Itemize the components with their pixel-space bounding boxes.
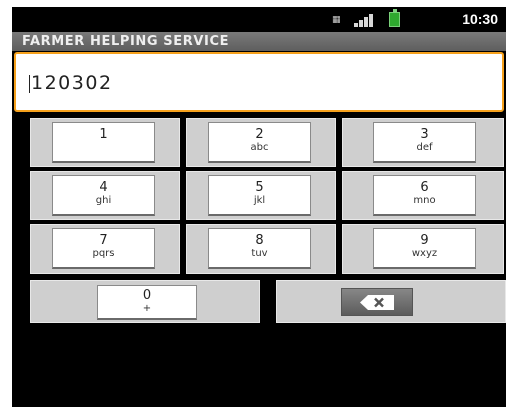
key-6-button[interactable]: 6 mno (373, 175, 476, 216)
key-letters: + (142, 303, 152, 314)
key-cell-6: 6 mno (342, 171, 504, 220)
key-digit: 7 (99, 233, 108, 248)
key-digit: 8 (255, 233, 264, 248)
sim-card-icon: ▦ (332, 15, 341, 25)
key-digit: 6 (420, 180, 429, 195)
key-cell-4: 4 ghi (30, 171, 180, 220)
key-1-button[interactable]: 1 (52, 122, 155, 163)
text-cursor (29, 75, 30, 93)
key-cell-3: 3 def (342, 118, 504, 167)
key-digit: 9 (420, 233, 429, 248)
key-cell-9: 9 wxyz (342, 224, 504, 274)
delete-button[interactable] (341, 288, 413, 316)
app-title-bar: FARMER HELPING SERVICE (12, 32, 506, 51)
phone-screen: ▦ 10:30 FARMER HELPING SERVICE 120302 1 … (12, 7, 506, 407)
delete-cell (276, 280, 506, 323)
key-8-button[interactable]: 8 tuv (208, 228, 311, 269)
key-digit: 2 (255, 127, 264, 142)
key-letters: abc (250, 142, 269, 153)
key-letters: mno (413, 195, 436, 206)
key-cell-0: 0 + (30, 280, 260, 323)
key-letters: pqrs (92, 248, 115, 259)
key-cell-8: 8 tuv (186, 224, 336, 274)
number-input-field[interactable]: 120302 (14, 52, 504, 112)
key-0-button[interactable]: 0 + (97, 285, 197, 320)
key-digit: 3 (420, 127, 429, 142)
key-digit: 0 (142, 288, 152, 303)
key-9-button[interactable]: 9 wxyz (373, 228, 476, 269)
signal-strength-icon (354, 14, 376, 27)
backspace-icon (360, 295, 394, 310)
status-bar: ▦ 10:30 (12, 7, 506, 32)
key-letters: wxyz (411, 248, 438, 259)
key-cell-5: 5 jkl (186, 171, 336, 220)
key-letters: ghi (95, 195, 112, 206)
key-cell-1: 1 (30, 118, 180, 167)
key-7-button[interactable]: 7 pqrs (52, 228, 155, 269)
key-cell-2: 2 abc (186, 118, 336, 167)
battery-charging-icon (389, 9, 400, 27)
key-4-button[interactable]: 4 ghi (52, 175, 155, 216)
status-time: 10:30 (462, 11, 498, 27)
key-letters: def (416, 142, 433, 153)
app-title: FARMER HELPING SERVICE (22, 34, 230, 49)
dial-keypad: 1 2 abc 3 def 4 ghi 5 jkl 6 mno 7 pqrs 8… (14, 118, 506, 323)
number-input-value: 120302 (31, 72, 113, 94)
key-digit: 5 (255, 180, 264, 195)
key-digit: 1 (99, 127, 108, 142)
key-2-button[interactable]: 2 abc (208, 122, 311, 163)
key-5-button[interactable]: 5 jkl (208, 175, 311, 216)
key-letters: tuv (251, 248, 268, 259)
key-letters: jkl (253, 195, 266, 206)
key-3-button[interactable]: 3 def (373, 122, 476, 163)
key-digit: 4 (99, 180, 108, 195)
key-cell-7: 7 pqrs (30, 224, 180, 274)
